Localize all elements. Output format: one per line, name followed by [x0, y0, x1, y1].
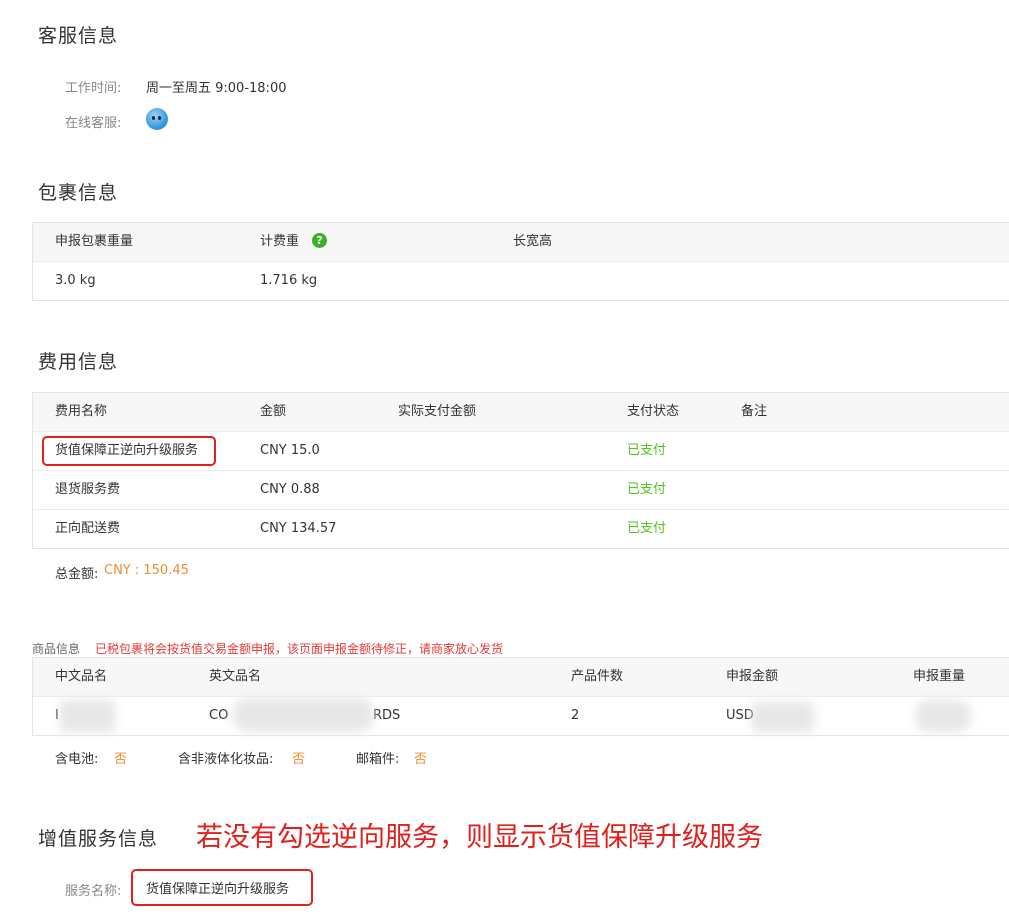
- value-added-title: 增值服务信息: [38, 828, 159, 850]
- fee-amount: CNY 134.57: [260, 521, 337, 536]
- header-note: 备注: [741, 404, 768, 419]
- total-amount-label: 总金额:: [55, 567, 99, 582]
- table-row: I CO RDS 2 USD: [33, 697, 1009, 735]
- product-en-name-end: RDS: [373, 708, 401, 723]
- product-en-name-start: CO: [209, 708, 229, 723]
- fee-name: 退货服务费: [55, 482, 121, 497]
- table-row: 正向配送费 CNY 134.57 已支付: [33, 510, 1009, 548]
- billing-weight-value: 1.716 kg: [260, 273, 318, 288]
- header-declared-amount: 申报金额: [726, 669, 779, 684]
- cosmetics-label: 含非液体化妆品:: [178, 752, 274, 767]
- package-info-title: 包裹信息: [38, 182, 119, 204]
- table-header-row: 费用名称 金额 实际支付金额 支付状态 备注: [33, 393, 1009, 432]
- package-table: 申报包裹重量 计费重 长宽高 3.0 kg 1.716 kg: [32, 222, 1009, 301]
- mailbox-label: 邮箱件:: [356, 752, 400, 767]
- pay-status: 已支付: [627, 521, 667, 536]
- header-pay-status: 支付状态: [627, 404, 680, 419]
- annotation-text: 若没有勾选逆向服务，则显示货值保障升级服务: [196, 822, 763, 853]
- declared-weight-value: 3.0 kg: [55, 273, 96, 288]
- fee-amount: CNY 0.88: [260, 482, 320, 497]
- redaction-blur: [232, 698, 374, 732]
- redaction-blur: [60, 700, 115, 732]
- fee-info-title: 费用信息: [38, 351, 119, 373]
- product-table: 中文品名 英文品名 产品件数 申报金额 申报重量 I CO RDS 2 USD: [32, 657, 1009, 736]
- highlight-box-fee-name: [42, 436, 216, 466]
- pay-status: 已支付: [627, 443, 667, 458]
- header-actual-paid: 实际支付金额: [398, 404, 477, 419]
- product-info-title: 商品信息: [32, 642, 81, 656]
- product-notice: 已税包裹将会按货值交易金额申报，该页面申报金额待修正，请商家放心发货: [95, 642, 504, 656]
- redaction-blur: [915, 700, 971, 732]
- header-declared-weight: 申报包裹重量: [55, 234, 134, 249]
- cosmetics-value: 否: [292, 752, 306, 767]
- redaction-blur: [752, 702, 814, 732]
- total-amount-value: CNY : 150.45: [104, 563, 189, 578]
- fee-table: 费用名称 金额 实际支付金额 支付状态 备注 货值保障正逆向升级服务 CNY 1…: [32, 392, 1009, 549]
- work-hours-value: 周一至周五 9:00-18:00: [146, 81, 287, 96]
- customer-service-title: 客服信息: [38, 25, 119, 47]
- table-row: 退货服务费 CNY 0.88 已支付: [33, 471, 1009, 510]
- fee-name: 正向配送费: [55, 521, 121, 536]
- product-qty: 2: [571, 708, 580, 723]
- online-service-label: 在线客服:: [65, 116, 122, 131]
- service-name-value: 货值保障正逆向升级服务: [146, 882, 290, 897]
- service-name-label: 服务名称:: [65, 884, 122, 899]
- table-header-row: 中文品名 英文品名 产品件数 申报金额 申报重量: [33, 658, 1009, 697]
- product-cn-name: I: [55, 708, 59, 723]
- work-hours-label: 工作时间:: [65, 81, 122, 96]
- table-header-row: 申报包裹重量 计费重 长宽高: [33, 223, 1009, 262]
- fee-amount: CNY 15.0: [260, 443, 320, 458]
- mailbox-value: 否: [414, 752, 428, 767]
- header-cn-name: 中文品名: [55, 669, 108, 684]
- header-fee-name: 费用名称: [55, 404, 108, 419]
- header-qty: 产品件数: [571, 669, 624, 684]
- table-row: 3.0 kg 1.716 kg: [33, 262, 1009, 300]
- header-billing-weight: 计费重: [260, 234, 300, 249]
- header-en-name: 英文品名: [209, 669, 262, 684]
- header-dimensions: 长宽高: [513, 234, 553, 249]
- product-declared-amount: USD: [726, 708, 754, 723]
- battery-label: 含电池:: [55, 752, 99, 767]
- header-declared-weight: 申报重量: [913, 669, 966, 684]
- qq-icon[interactable]: [146, 108, 168, 130]
- battery-value: 否: [114, 752, 128, 767]
- header-amount: 金额: [260, 404, 287, 419]
- pay-status: 已支付: [627, 482, 667, 497]
- help-icon[interactable]: ?: [312, 233, 327, 248]
